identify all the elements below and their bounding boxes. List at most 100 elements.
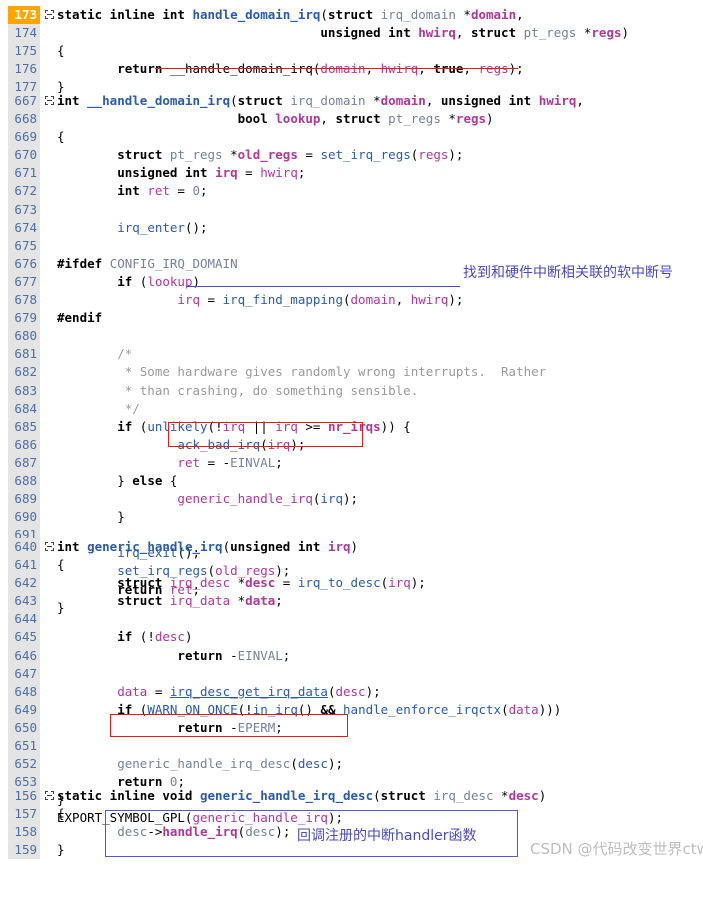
line-number[interactable]: 650 xyxy=(8,718,40,738)
code-line[interactable]: 686 ack_bad_irq(irq); xyxy=(0,435,703,454)
line-number[interactable]: 676 xyxy=(8,254,40,273)
line-number[interactable]: 158 xyxy=(8,823,40,842)
line-number[interactable]: 674 xyxy=(8,218,40,237)
code-line[interactable]: 685 if (unlikely(!irq || irq >= nr_irqs)… xyxy=(0,417,703,436)
line-number[interactable]: 157 xyxy=(8,805,40,824)
line-number[interactable]: 677 xyxy=(8,272,40,292)
line-number[interactable]: 670 xyxy=(8,146,40,165)
code-line[interactable]: 641 { xyxy=(0,556,703,575)
line-number[interactable]: 644 xyxy=(8,610,40,629)
fold-marker-icon[interactable] xyxy=(45,10,54,19)
line-number[interactable]: 671 xyxy=(8,164,40,183)
line-number[interactable]: 688 xyxy=(8,471,40,491)
annotation-underline-handle-domain-irq xyxy=(155,68,518,69)
code-line[interactable]: 157 { xyxy=(0,805,703,824)
code-line[interactable]: 673 xyxy=(0,200,703,219)
line-number[interactable]: 643 xyxy=(8,592,40,611)
code-line[interactable]: 672 int ret = 0; xyxy=(0,182,703,201)
line-number[interactable]: 173 xyxy=(8,6,40,25)
code-line[interactable]: 674 irq_enter(); xyxy=(0,218,703,237)
line-number[interactable]: 681 xyxy=(8,345,40,364)
code-line[interactable]: 645 if (!desc) xyxy=(0,628,703,647)
line-number[interactable]: 686 xyxy=(8,435,40,454)
line-number[interactable]: 652 xyxy=(8,755,40,774)
code-line[interactable]: 679 #endif xyxy=(0,309,703,328)
line-number[interactable]: 667 xyxy=(8,92,40,111)
code-line[interactable]: 683 * than crashing, do something sensib… xyxy=(0,381,703,400)
line-number[interactable]: 641 xyxy=(8,556,40,575)
code-text: return -EINVAL; xyxy=(177,647,291,663)
fold-marker-icon[interactable] xyxy=(45,791,54,800)
code-line[interactable]: 671 unsigned int irq = hwirq; xyxy=(0,164,703,183)
code-text: struct irq_desc *desc = irq_to_desc(irq)… xyxy=(117,575,426,591)
code-line[interactable]: 667 int __handle_domain_irq(struct irq_d… xyxy=(0,92,703,111)
code-line[interactable]: 670 struct pt_regs *old_regs = set_irq_r… xyxy=(0,146,703,165)
code-line[interactable]: 176 return __handle_domain_irq(domain, h… xyxy=(0,60,703,79)
code-line[interactable]: 680 xyxy=(0,327,703,346)
line-number[interactable]: 159 xyxy=(8,841,40,860)
code-line[interactable]: 175 { xyxy=(0,42,703,61)
line-number[interactable]: 685 xyxy=(8,417,40,436)
code-line[interactable]: 690 } xyxy=(0,508,703,527)
line-number[interactable]: 648 xyxy=(8,682,40,701)
code-text: */ xyxy=(57,400,140,416)
line-number[interactable]: 176 xyxy=(8,60,40,79)
line-number[interactable]: 690 xyxy=(8,508,40,527)
line-number[interactable]: 651 xyxy=(8,737,40,756)
line-number[interactable]: 647 xyxy=(8,664,40,683)
code-line[interactable]: 173 static inline int handle_domain_irq(… xyxy=(0,6,703,25)
line-number[interactable]: 175 xyxy=(8,42,40,61)
line-number[interactable]: 174 xyxy=(8,24,40,43)
code-line[interactable]: 648 data = irq_desc_get_irq_data(desc); xyxy=(0,682,703,701)
line-number[interactable]: 669 xyxy=(8,128,40,147)
code-line[interactable]: 649 if (WARN_ON_ONCE(!in_irq() && handle… xyxy=(0,700,703,719)
code-text: int __handle_domain_irq(struct irq_domai… xyxy=(57,93,584,108)
code-line[interactable]: 675 xyxy=(0,236,703,255)
code-text: if (lookup) xyxy=(117,273,201,289)
line-number[interactable]: 684 xyxy=(8,399,40,418)
code-text: bool lookup, struct pt_regs *regs) xyxy=(237,111,494,127)
line-number[interactable]: 680 xyxy=(8,327,40,346)
code-line[interactable]: 669 { xyxy=(0,128,703,147)
code-line[interactable]: 681 /* xyxy=(0,345,703,364)
line-number[interactable]: 679 xyxy=(8,309,40,328)
line-number[interactable]: 682 xyxy=(8,363,40,382)
line-number[interactable]: 687 xyxy=(8,453,40,472)
fold-marker-icon[interactable] xyxy=(45,542,54,551)
line-number[interactable]: 649 xyxy=(8,700,40,719)
code-line[interactable]: 684 */ xyxy=(0,399,703,418)
code-line[interactable]: 644 xyxy=(0,610,703,629)
code-line[interactable]: 682 * Some hardware gives randomly wrong… xyxy=(0,363,703,382)
code-line[interactable]: 643 struct irq_data *data; xyxy=(0,592,703,611)
line-number[interactable]: 673 xyxy=(8,200,40,219)
line-number[interactable]: 645 xyxy=(8,628,40,647)
code-text: static inline void generic_handle_irq_de… xyxy=(57,788,547,803)
line-number[interactable]: 672 xyxy=(8,182,40,201)
code-line[interactable]: 652 generic_handle_irq_desc(desc); xyxy=(0,755,703,774)
code-line[interactable]: 640 int generic_handle_irq(unsigned int … xyxy=(0,538,703,557)
line-number[interactable]: 689 xyxy=(8,490,40,509)
code-line[interactable]: 668 bool lookup, struct pt_regs *regs) xyxy=(0,110,703,129)
code-text: return __handle_domain_irq(domain, hwirq… xyxy=(117,61,524,77)
code-line[interactable]: 174 unsigned int hwirq, struct pt_regs *… xyxy=(0,24,703,43)
code-line[interactable]: 647 xyxy=(0,664,703,683)
code-text: * Some hardware gives randomly wrong int… xyxy=(57,364,547,380)
line-number[interactable]: 683 xyxy=(8,381,40,400)
code-line[interactable]: 678 irq = irq_find_mapping(domain, hwirq… xyxy=(0,291,703,310)
code-line[interactable]: 651 xyxy=(0,737,703,756)
line-number[interactable]: 668 xyxy=(8,110,40,129)
line-number[interactable]: 678 xyxy=(8,291,40,310)
line-number[interactable]: 675 xyxy=(8,236,40,255)
line-number[interactable]: 642 xyxy=(8,574,40,593)
fold-marker-icon[interactable] xyxy=(45,96,54,105)
line-number[interactable]: 156 xyxy=(8,787,40,806)
code-line[interactable]: 646 return -EINVAL; xyxy=(0,646,703,665)
code-line[interactable]: 688 } else { xyxy=(0,471,703,491)
line-number[interactable]: 640 xyxy=(8,538,40,557)
code-line[interactable]: 156 static inline void generic_handle_ir… xyxy=(0,787,703,806)
code-line[interactable]: 689 generic_handle_irq(irq); xyxy=(0,490,703,509)
line-number[interactable]: 646 xyxy=(8,646,40,665)
code-line[interactable]: 687 ret = -EINVAL; xyxy=(0,453,703,472)
code-line[interactable]: 642 struct irq_desc *desc = irq_to_desc(… xyxy=(0,574,703,593)
code-line[interactable]: 650 return -EPERM; xyxy=(0,718,703,738)
